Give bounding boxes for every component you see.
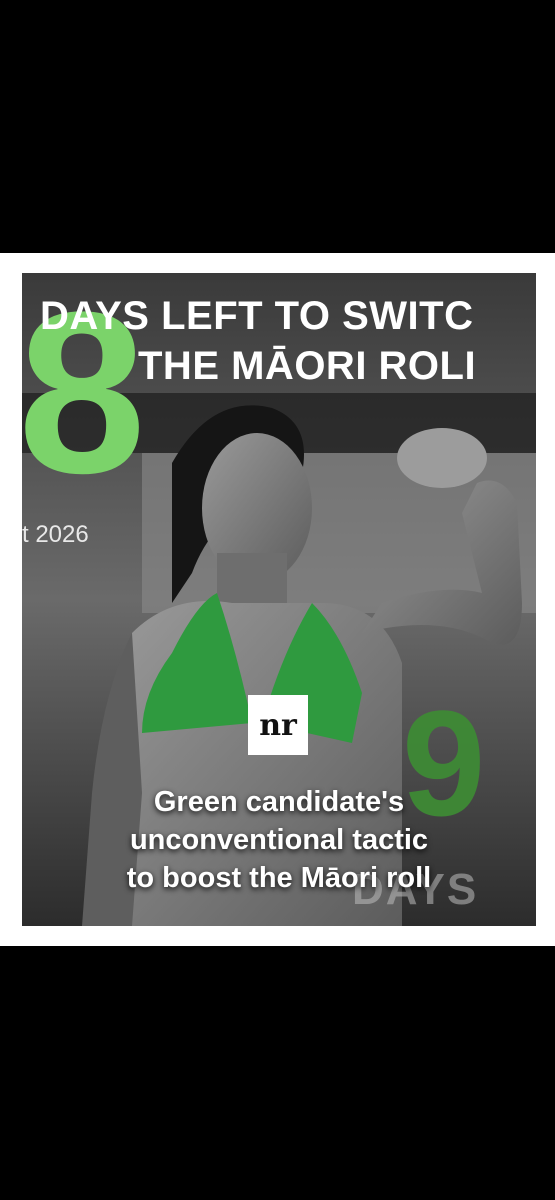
caption-line-2: unconventional tactic xyxy=(129,824,429,856)
overlay-headline-line2: THE MĀORI ROLI xyxy=(138,344,477,388)
caption-line-1: Green candidate's xyxy=(153,786,405,818)
news-caption: Green candidate's unconventional tactic … xyxy=(22,783,536,897)
caption-line-3: to boost the Māori roll xyxy=(126,862,432,894)
newsroom-logo: nr xyxy=(248,695,308,755)
date-fragment: t 2026 xyxy=(22,521,89,548)
overlay-headline: DAYS LEFT TO SWITC THE MĀORI ROLI xyxy=(40,291,476,391)
overlay-headline-line1: DAYS LEFT TO SWITC xyxy=(40,294,474,338)
news-image[interactable]: 8 DAYS LEFT TO SWITC THE MĀORI ROLI t 20… xyxy=(22,273,536,926)
